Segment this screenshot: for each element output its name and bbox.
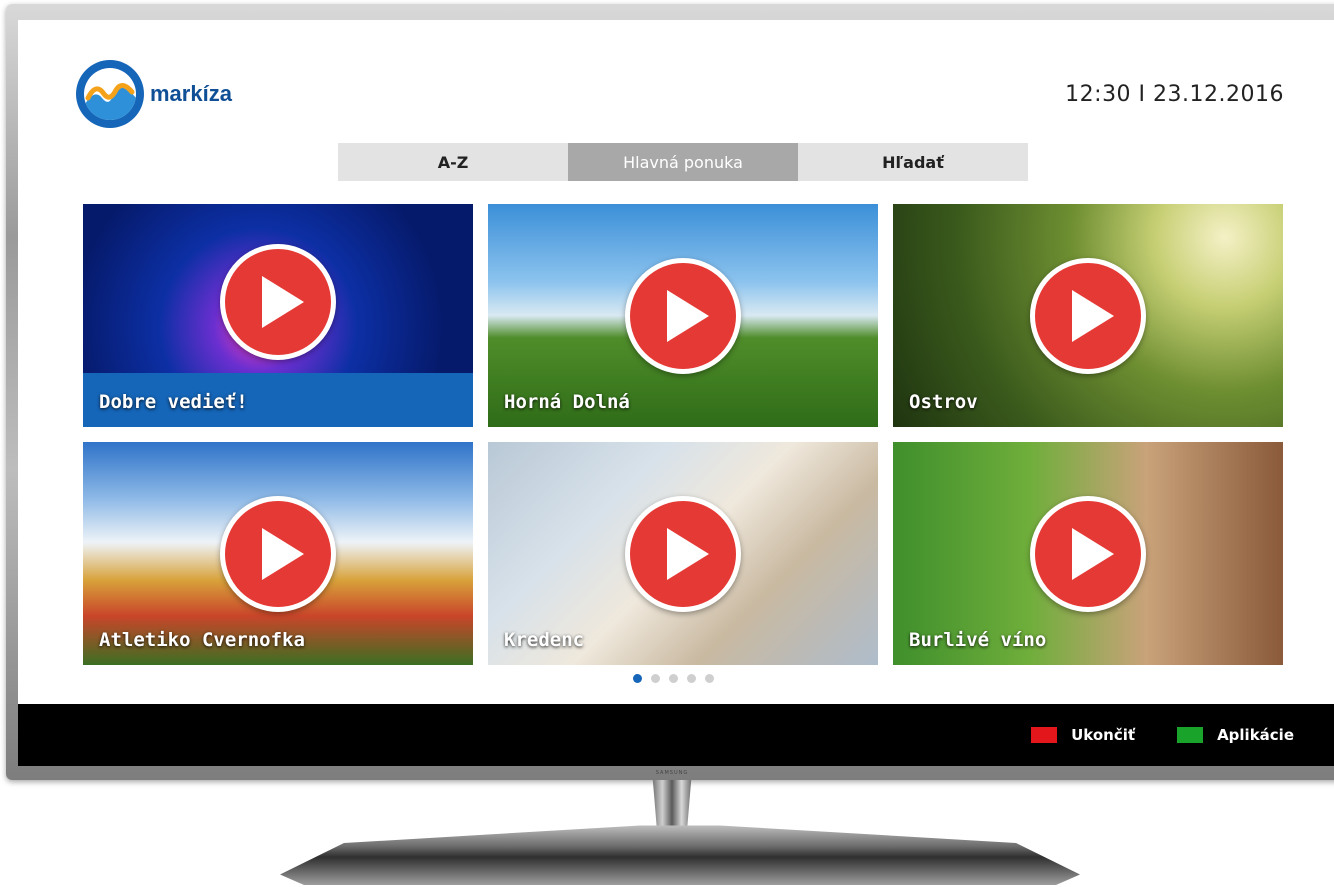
show-title: Ostrov — [909, 391, 978, 413]
play-icon[interactable] — [1030, 495, 1146, 612]
page-dot-4[interactable] — [687, 674, 696, 683]
tab-search[interactable]: Hľadať — [798, 143, 1028, 181]
play-icon[interactable] — [625, 495, 741, 612]
page-dot-2[interactable] — [651, 674, 660, 683]
show-title: Dobre vedieť! — [99, 391, 248, 413]
show-tile-horna-dolna[interactable]: Horná Dolná — [488, 204, 878, 427]
exit-key-label: Ukončiť — [1071, 726, 1136, 744]
tv-screen: markíza 12:30 I 23.12.2016 A-Z Hlavná po… — [18, 20, 1334, 766]
main-tabs: A-Z Hlavná ponuka Hľadať — [338, 143, 1028, 181]
exit-key[interactable]: Ukončiť — [1031, 726, 1135, 744]
remote-key-bar: Ukončiť Aplikácie — [18, 704, 1334, 766]
clock-date: 12:30 I 23.12.2016 — [1065, 82, 1284, 107]
show-tile-ostrov[interactable]: Ostrov — [893, 204, 1283, 427]
page-dot-5[interactable] — [705, 674, 714, 683]
show-grid: Dobre vedieť! Horná Dolná Ostrov Atletik… — [83, 204, 1283, 665]
red-key-icon — [1031, 727, 1058, 743]
channel-logo: markíza — [76, 60, 232, 128]
play-icon[interactable] — [1030, 257, 1146, 374]
green-key-icon — [1177, 727, 1204, 743]
pagination-dots — [633, 674, 714, 683]
apps-key-label: Aplikácie — [1217, 726, 1294, 744]
show-title: Horná Dolná — [504, 391, 630, 413]
tv-brand: SAMSUNG — [655, 770, 689, 776]
show-title: Atletiko Cvernofka — [99, 629, 305, 651]
markiza-logo-icon — [76, 60, 144, 128]
page-dot-1[interactable] — [633, 674, 642, 683]
page-dot-3[interactable] — [669, 674, 678, 683]
play-icon[interactable] — [625, 257, 741, 374]
show-title: Kredenc — [504, 629, 585, 651]
apps-key[interactable]: Aplikácie — [1177, 726, 1294, 744]
tab-main-menu[interactable]: Hlavná ponuka — [568, 143, 798, 181]
tab-a-z[interactable]: A-Z — [338, 143, 568, 181]
show-tile-burlive-vino[interactable]: Burlivé víno — [893, 442, 1283, 665]
show-title: Burlivé víno — [909, 629, 1047, 651]
tv-stand-base — [280, 825, 1080, 885]
show-tile-kredenc[interactable]: Kredenc — [488, 442, 878, 665]
logo-text: markíza — [150, 81, 232, 106]
show-tile-dobre-vediet[interactable]: Dobre vedieť! — [83, 204, 473, 427]
play-icon[interactable] — [220, 243, 336, 360]
show-tile-atletiko-cvernofka[interactable]: Atletiko Cvernofka — [83, 442, 473, 665]
play-icon[interactable] — [220, 495, 336, 612]
